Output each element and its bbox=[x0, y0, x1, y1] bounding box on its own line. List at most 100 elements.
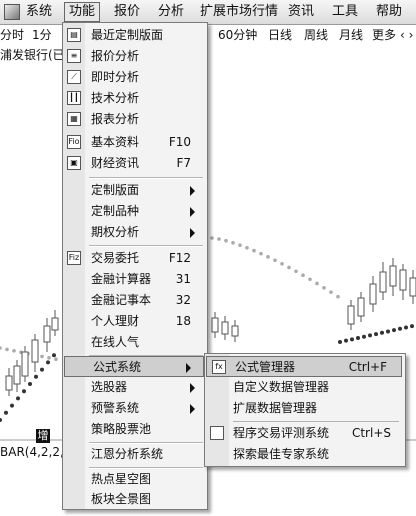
ma-dot bbox=[28, 382, 32, 386]
submenu-item-formula-manager[interactable]: fx 公式管理器 Ctrl+F bbox=[206, 356, 402, 377]
menu-item-finance-notebook[interactable]: 金融记事本 32 bbox=[63, 290, 207, 311]
menu-item-quote-analysis[interactable]: ≡ 报价分析 bbox=[63, 46, 207, 67]
menu-item-hotspot-map[interactable]: 热点星空图 bbox=[63, 469, 207, 490]
tab-more[interactable]: 更多 bbox=[372, 26, 396, 44]
shortcut-label: 31 bbox=[175, 272, 191, 286]
menu-item-label: 基本资料 bbox=[91, 135, 140, 149]
news-icon: ▣ bbox=[67, 156, 81, 170]
menu-item-label: 公式系统 bbox=[93, 360, 142, 374]
recent-layout-icon: ▤ bbox=[67, 28, 81, 42]
nav-arrows[interactable]: ‹ › bbox=[400, 26, 413, 44]
ma-dot bbox=[301, 273, 305, 278]
ma-dot bbox=[287, 265, 291, 270]
submenu-arrow-icon bbox=[190, 228, 195, 238]
menu-item-finance-calculator[interactable]: 金融计算器 31 bbox=[63, 269, 207, 290]
tab-weekly[interactable]: 周线 bbox=[304, 26, 328, 44]
menu-extended-market[interactable]: 扩展市场行情 bbox=[200, 3, 278, 21]
menu-item-stock-selector[interactable]: 选股器 bbox=[63, 377, 207, 398]
menu-item-technical-analysis[interactable]: ┃┃ 技术分析 bbox=[63, 88, 207, 109]
ma-dot bbox=[4, 410, 8, 415]
ma-dot bbox=[410, 324, 414, 329]
app-logo-icon[interactable] bbox=[4, 4, 20, 20]
menu-item-online-popularity[interactable]: 在线人气 bbox=[63, 332, 207, 353]
ma-dot bbox=[308, 277, 312, 282]
menu-item-label: 金融记事本 bbox=[91, 293, 152, 307]
submenu-item-extended-data-manager[interactable]: 扩展数据管理器 bbox=[205, 398, 405, 419]
tab-intraday[interactable]: 分时 bbox=[0, 26, 24, 44]
candle-body bbox=[369, 283, 377, 305]
menu-item-finance-news[interactable]: ▣ 财经资讯 F7 bbox=[63, 153, 207, 174]
menu-separator bbox=[89, 245, 203, 247]
menu-item-label: 最近定制版面 bbox=[91, 28, 164, 42]
menu-item-report-analysis[interactable]: ▦ 报表分析 bbox=[63, 109, 207, 130]
ma-dot bbox=[315, 281, 319, 286]
menu-item-label: 财经资讯 bbox=[91, 156, 140, 170]
ma-dot bbox=[252, 248, 256, 253]
submenu-item-label: 公式管理器 bbox=[235, 360, 296, 374]
menu-system[interactable]: 系统 bbox=[26, 3, 52, 21]
candle-body bbox=[51, 317, 59, 331]
menu-item-alert-system[interactable]: 预警系统 bbox=[63, 398, 207, 419]
submenu-item-program-trading-eval[interactable]: 程序交易评测系统 Ctrl+S bbox=[205, 423, 405, 444]
candle-body bbox=[221, 321, 229, 335]
menu-help[interactable]: 帮助 bbox=[376, 3, 402, 21]
menu-item-label: 江恩分析系统 bbox=[91, 447, 164, 461]
menu-quote[interactable]: 报价 bbox=[114, 3, 140, 21]
submenu-item-explore-expert-system[interactable]: 探索最佳专家系统 bbox=[205, 444, 405, 465]
menu-item-formula-system[interactable]: 公式系统 bbox=[64, 356, 204, 377]
menu-item-label: 报表分析 bbox=[91, 112, 140, 126]
menu-item-custom-variety[interactable]: 定制品种 bbox=[63, 201, 207, 222]
menu-item-gann-analysis[interactable]: 江恩分析系统 bbox=[63, 444, 207, 465]
menu-item-label: 即时分析 bbox=[91, 70, 140, 84]
menu-item-personal-finance[interactable]: 个人理财 18 bbox=[63, 311, 207, 332]
menu-item-realtime-analysis[interactable]: ⟋ 即时分析 bbox=[63, 67, 207, 88]
ma-dot bbox=[280, 261, 284, 266]
candle-body bbox=[21, 351, 29, 377]
ma-dot bbox=[336, 294, 340, 299]
ma-dot bbox=[259, 251, 263, 256]
candle-body bbox=[31, 339, 39, 363]
ma-dot bbox=[386, 329, 390, 334]
menu-function[interactable]: 功能 bbox=[64, 2, 101, 22]
menu-item-label: 板块全景图 bbox=[91, 492, 152, 506]
candle-body bbox=[389, 265, 397, 287]
submenu-arrow-icon bbox=[190, 404, 195, 414]
ma-dot bbox=[362, 334, 366, 339]
menu-item-label: 定制版面 bbox=[91, 183, 140, 197]
candle-body bbox=[211, 317, 219, 333]
tab-monthly[interactable]: 月线 bbox=[339, 26, 363, 44]
shortcut-label: 18 bbox=[175, 314, 191, 328]
ma-dot bbox=[12, 349, 16, 353]
tab-1min[interactable]: 1分 bbox=[32, 26, 52, 44]
ma-dot bbox=[238, 243, 242, 247]
ma-dot bbox=[368, 333, 372, 338]
candle-body bbox=[357, 297, 365, 317]
menu-item-strategy-pool[interactable]: 策略股票池 bbox=[63, 419, 207, 440]
menu-analysis[interactable]: 分析 bbox=[158, 3, 184, 21]
menu-item-label: 金融计算器 bbox=[91, 272, 152, 286]
realtime-chart-icon: ⟋ bbox=[67, 70, 81, 84]
submenu-arrow-icon bbox=[190, 383, 195, 393]
tab-60min[interactable]: 60分钟 bbox=[218, 26, 257, 44]
menu-item-option-analysis[interactable]: 期权分析 bbox=[63, 222, 207, 243]
menu-item-label: 预警系统 bbox=[91, 401, 140, 415]
submenu-separator bbox=[233, 421, 399, 422]
menu-tools[interactable]: 工具 bbox=[332, 3, 358, 21]
menu-item-custom-layout[interactable]: 定制版面 bbox=[63, 180, 207, 201]
submenu-item-custom-data-manager[interactable]: 自定义数据管理器 bbox=[205, 377, 405, 398]
ma-dot bbox=[350, 337, 354, 342]
submenu-item-label: 程序交易评测系统 bbox=[233, 426, 330, 440]
menu-news[interactable]: 资讯 bbox=[288, 3, 314, 21]
menu-item-sector-panorama[interactable]: 板块全景图 bbox=[63, 489, 207, 510]
menu-item-recent-layout[interactable]: ▤ 最近定制版面 bbox=[63, 25, 207, 46]
candle-body bbox=[231, 325, 239, 337]
shortcut-label: 32 bbox=[175, 293, 191, 307]
menu-item-basic-info[interactable]: Fio 基本资料 F10 bbox=[63, 132, 207, 153]
ma-dot bbox=[47, 356, 51, 360]
menu-item-label: 交易委托 bbox=[91, 251, 140, 265]
menu-item-trade-order[interactable]: Fiz 交易委托 F12 bbox=[63, 248, 207, 269]
tab-daily[interactable]: 日线 bbox=[268, 26, 292, 44]
candle-body bbox=[13, 365, 21, 385]
ma-dot bbox=[404, 325, 408, 330]
ma-dot bbox=[52, 353, 56, 358]
